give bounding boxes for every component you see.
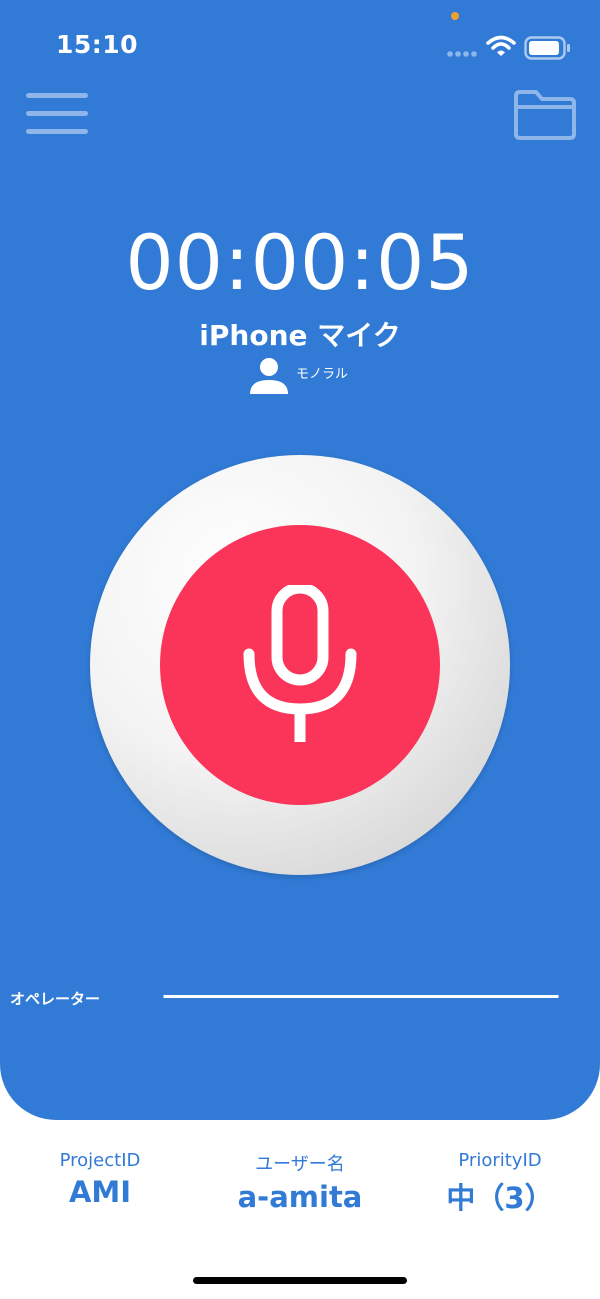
home-indicator[interactable] (193, 1277, 407, 1284)
priority-id-label: PriorityID (458, 1150, 542, 1171)
operator-label: オペレーター (10, 990, 101, 1008)
project-id-label: ProjectID (59, 1150, 141, 1171)
person-icon (250, 358, 288, 394)
operator-waveform (163, 995, 559, 998)
channel-mode: モノラル (248, 356, 348, 396)
cellular-signal-icon (447, 51, 477, 57)
user-info: ユーザー名 a-amita (200, 1150, 400, 1214)
elapsed-timer: 00:00:05 (125, 218, 475, 307)
record-button[interactable] (160, 525, 440, 805)
channel-label: モノラル (296, 366, 349, 382)
mic-in-use-indicator (451, 12, 459, 20)
project-info: ProjectID AMI (0, 1150, 200, 1209)
battery-icon (524, 36, 570, 60)
folder-icon[interactable] (512, 88, 576, 142)
priority-info: PriorityID 中（3） (400, 1150, 600, 1217)
user-name-label: ユーザー名 (255, 1154, 345, 1175)
hamburger-menu-icon[interactable] (26, 92, 88, 136)
input-device-name: iPhone マイク (199, 319, 401, 352)
wifi-icon (486, 35, 516, 56)
project-id-value: AMI (68, 1175, 132, 1209)
user-name-value: a-amita (237, 1180, 363, 1214)
microphone-icon (243, 585, 357, 742)
priority-id-value: 中（3） (446, 1181, 554, 1215)
status-time: 15:10 (56, 30, 139, 59)
